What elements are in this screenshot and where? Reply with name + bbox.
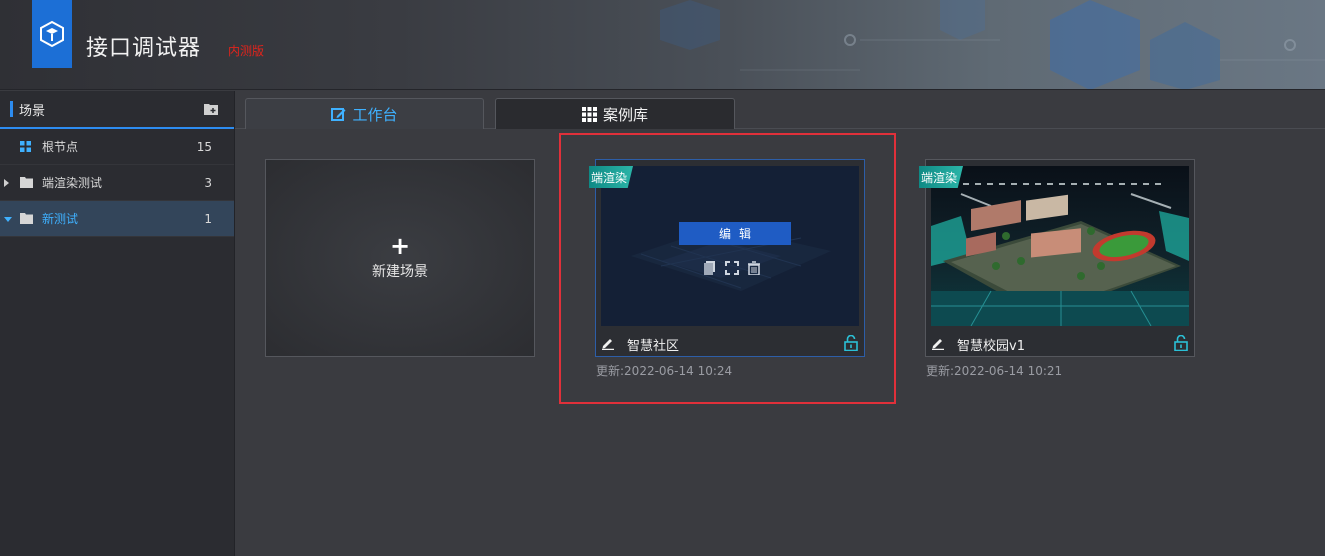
scene-thumbnail (931, 166, 1189, 326)
app-header: 接口调试器 内测版 (0, 0, 1325, 90)
cube-logo-icon (40, 20, 64, 48)
folder-icon (20, 213, 33, 224)
grid-icon (20, 141, 31, 152)
plus-icon: + (389, 232, 411, 260)
tree-item-count: 1 (204, 211, 212, 226)
sidebar-header-accent (10, 101, 13, 117)
campus-preview-image (931, 166, 1189, 326)
tree-item-root[interactable]: 根节点 15 (0, 129, 234, 165)
new-scene-label: 新建场景 (372, 264, 428, 280)
tree-item-new-test[interactable]: 新测试 1 (0, 201, 234, 237)
tree-item-count: 15 (196, 139, 212, 154)
render-type-ribbon: 端渲染 (589, 166, 634, 188)
tab-case-library[interactable]: 案例库 (495, 98, 735, 129)
tree-item-render-test[interactable]: 端渲染测试 3 (0, 165, 234, 201)
collapse-caret-icon[interactable] (4, 217, 12, 222)
tree-item-count: 3 (204, 175, 212, 190)
main-tabs: 工作台 案例库 (235, 91, 1325, 129)
scene-sidebar: 场景 根节点 15 端渲染测试 3 新测试 1 (0, 91, 235, 556)
card-footer: 智慧校园v1 (926, 330, 1194, 356)
sidebar-header: 场景 (0, 91, 234, 129)
folder-icon (20, 177, 33, 188)
new-folder-icon[interactable] (204, 103, 218, 115)
expand-caret-icon[interactable] (4, 179, 9, 187)
edit-square-icon (331, 107, 346, 121)
tab-label: 案例库 (602, 105, 648, 124)
scene-name: 智慧校园v1 (957, 339, 1025, 354)
updated-time: 更新:2022-06-14 10:21 (926, 364, 1063, 378)
app-logo (32, 0, 72, 68)
scene-card-campus[interactable]: 端渲染 智慧校园v1 (919, 159, 1195, 357)
grid-icon (581, 106, 597, 122)
unlock-icon[interactable] (1174, 335, 1188, 351)
render-type-ribbon: 端渲染 (919, 166, 964, 188)
tree-item-label: 端渲染测试 (42, 176, 103, 190)
new-scene-card[interactable]: + 新建场景 (265, 159, 535, 357)
app-title: 接口调试器 (86, 36, 202, 61)
tab-label: 工作台 (352, 105, 398, 124)
tree-item-label: 根节点 (42, 140, 79, 154)
tab-workbench[interactable]: 工作台 (245, 98, 484, 129)
rename-pen-icon[interactable] (931, 336, 945, 350)
tree-item-label: 新测试 (42, 212, 79, 226)
sidebar-title: 场景 (19, 103, 46, 119)
version-badge: 内测版 (228, 44, 265, 58)
